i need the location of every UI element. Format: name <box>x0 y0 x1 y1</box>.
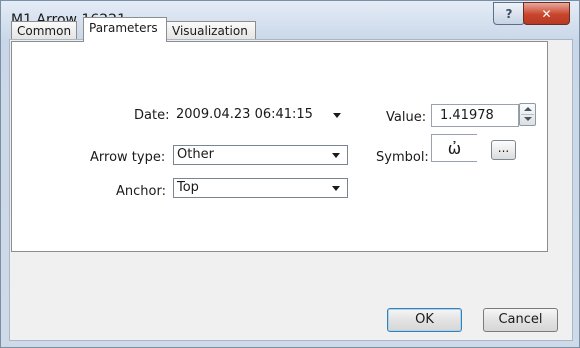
arrow-type-value: Other <box>177 147 214 162</box>
symbol-glyph-icon: ὠ <box>447 138 462 158</box>
value-spinner[interactable] <box>519 103 536 126</box>
tab-common[interactable]: Common <box>11 21 77 40</box>
anchor-value: Top <box>177 180 199 195</box>
anchor-label: Anchor: <box>116 184 166 199</box>
arrow-type-label: Arrow type: <box>90 150 166 165</box>
chevron-down-icon <box>332 186 340 191</box>
ok-button[interactable]: OK <box>387 308 462 332</box>
chevron-down-icon <box>333 113 341 118</box>
date-value: 2009.04.23 06:41:15 <box>176 107 313 122</box>
symbol-label: Symbol: <box>376 150 429 165</box>
value-input[interactable]: 1.41978 <box>431 104 519 127</box>
date-label: Date: <box>134 108 170 123</box>
cancel-button[interactable]: Cancel <box>483 308 558 332</box>
arrow-type-select[interactable]: Other <box>173 145 348 165</box>
date-picker[interactable]: 2009.04.23 06:41:15 <box>173 106 349 126</box>
chevron-down-icon <box>332 153 340 158</box>
help-icon: ? <box>505 6 513 21</box>
help-button[interactable]: ? <box>493 2 525 25</box>
value-text: 1.41978 <box>440 108 494 123</box>
tab-parameters[interactable]: Parameters <box>83 17 167 42</box>
value-label: Value: <box>386 110 427 125</box>
anchor-select[interactable]: Top <box>173 178 348 198</box>
spin-up-icon[interactable] <box>524 107 532 111</box>
spinner-divider <box>521 114 534 115</box>
close-button[interactable]: ✕ <box>523 2 570 25</box>
symbol-preview: ὠ <box>431 134 477 162</box>
tab-visualization[interactable]: Visualization <box>166 21 256 40</box>
close-icon: ✕ <box>541 6 552 21</box>
spin-down-icon[interactable] <box>524 117 532 121</box>
browse-symbol-button[interactable]: ... <box>491 140 516 160</box>
